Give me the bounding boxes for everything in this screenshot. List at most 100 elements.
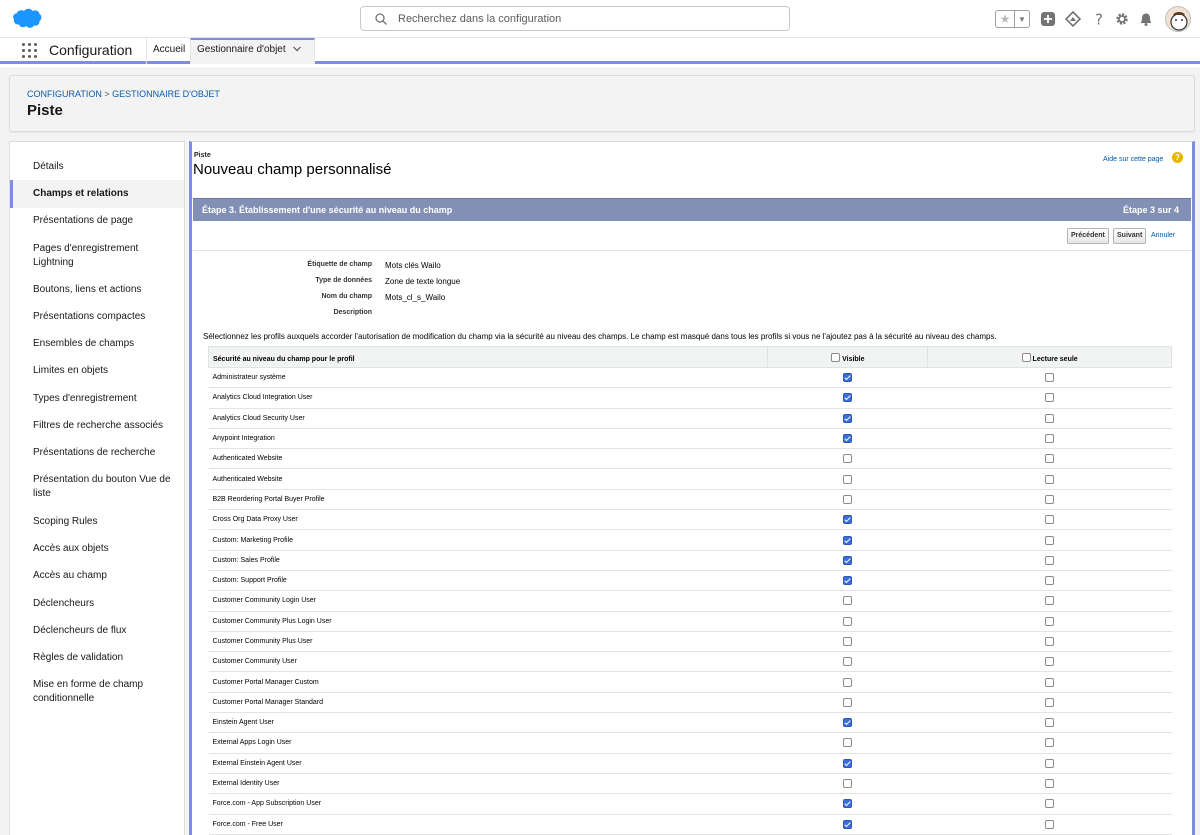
setup-search-box[interactable] — [360, 6, 790, 31]
visible-checkbox[interactable] — [843, 657, 853, 667]
table-row: Cross Org Data Proxy User — [208, 509, 1172, 531]
readonly-checkbox[interactable] — [1045, 779, 1055, 789]
tab-object-manager[interactable]: Gestionnaire d'objet — [190, 38, 315, 64]
readonly-cell — [927, 448, 1172, 470]
sidebar-item-search-layouts[interactable]: Présentations de recherche — [10, 446, 184, 460]
readonly-checkbox[interactable] — [1045, 494, 1055, 504]
visible-cell — [767, 732, 928, 754]
sidebar-item-scoping-rules[interactable]: Scoping Rules — [10, 515, 184, 529]
visible-checkbox[interactable] — [843, 819, 853, 829]
detail-label: Type de données — [315, 277, 372, 284]
visible-checkbox[interactable] — [843, 758, 853, 768]
readonly-checkbox[interactable] — [1045, 657, 1055, 667]
readonly-checkbox[interactable] — [1045, 535, 1055, 545]
sidebar-item-buttons-links-actions[interactable]: Boutons, liens et actions — [10, 283, 184, 297]
cancel-link[interactable]: Annuler — [1151, 232, 1175, 239]
readonly-checkbox[interactable] — [1045, 555, 1055, 565]
readonly-checkbox[interactable] — [1045, 434, 1055, 444]
breadcrumb-setup-link[interactable]: Configuration — [27, 89, 102, 99]
gear-icon[interactable] — [1113, 10, 1131, 28]
visible-checkbox[interactable] — [843, 393, 853, 403]
visible-checkbox[interactable] — [843, 637, 853, 646]
visible-checkbox[interactable] — [843, 474, 853, 484]
chevron-down-icon[interactable] — [292, 44, 302, 54]
readonly-checkbox[interactable] — [1045, 393, 1055, 403]
readonly-checkbox[interactable] — [1045, 697, 1055, 707]
app-launcher-icon[interactable] — [22, 43, 37, 58]
readonly-checkbox[interactable] — [1045, 373, 1055, 383]
readonly-checkbox[interactable] — [1045, 454, 1055, 464]
visible-checkbox[interactable] — [843, 576, 853, 586]
readonly-cell — [927, 387, 1172, 409]
visible-checkbox[interactable] — [843, 799, 853, 809]
sidebar-item-details[interactable]: Détails — [10, 160, 184, 174]
select-all-readonly-checkbox[interactable] — [1021, 353, 1031, 362]
visible-checkbox[interactable] — [843, 718, 853, 728]
visible-checkbox[interactable] — [843, 515, 853, 525]
sidebar-item-lightning-pages[interactable]: Pages d'enregistrement Lightning — [10, 242, 184, 270]
sidebar-item-validation-rules[interactable]: Règles de validation — [10, 651, 184, 665]
visible-cell — [767, 489, 928, 511]
readonly-checkbox[interactable] — [1045, 637, 1055, 646]
detail-label: Description — [333, 309, 372, 316]
sidebar-item-conditional-formatting[interactable]: Mise en forme de champ conditionnelle — [10, 678, 184, 706]
visible-checkbox[interactable] — [843, 555, 853, 565]
visible-checkbox[interactable] — [843, 454, 853, 464]
sidebar-item-field-access[interactable]: Accès au champ — [10, 569, 184, 583]
readonly-checkbox[interactable] — [1045, 616, 1055, 626]
readonly-checkbox[interactable] — [1045, 677, 1055, 687]
visible-checkbox[interactable] — [843, 596, 853, 606]
readonly-checkbox[interactable] — [1045, 413, 1055, 423]
visible-checkbox[interactable] — [843, 697, 853, 707]
sidebar-item-object-limits[interactable]: Limites en objets — [10, 364, 184, 378]
visible-checkbox[interactable] — [843, 677, 853, 687]
readonly-checkbox[interactable] — [1045, 515, 1055, 525]
visible-checkbox[interactable] — [843, 434, 853, 444]
bell-icon[interactable] — [1137, 10, 1155, 28]
table-row: B2B Reordering Portal Buyer Profile — [208, 489, 1172, 511]
help-link[interactable]: Aide sur cette page — [1103, 156, 1163, 163]
sidebar-item-field-sets[interactable]: Ensembles de champs — [10, 337, 184, 351]
readonly-checkbox[interactable] — [1045, 799, 1055, 809]
sidebar-item-record-types[interactable]: Types d'enregistrement — [10, 392, 184, 406]
visible-checkbox[interactable] — [843, 738, 853, 748]
question-icon[interactable]: ? — [1172, 152, 1183, 163]
previous-button[interactable]: Précédent — [1067, 228, 1109, 244]
add-icon[interactable] — [1039, 10, 1057, 28]
avatar[interactable] — [1165, 6, 1191, 32]
readonly-checkbox[interactable] — [1045, 596, 1055, 606]
readonly-checkbox[interactable] — [1045, 819, 1055, 829]
sidebar-item-compact-layouts[interactable]: Présentations compactes — [10, 310, 184, 324]
profile-name: Force.com - Free User — [208, 814, 768, 835]
cloud-logo-icon[interactable] — [12, 8, 42, 29]
readonly-checkbox[interactable] — [1045, 738, 1055, 748]
trailhead-icon[interactable] — [1064, 10, 1082, 28]
content-frame: Piste Nouveau champ personnalisé Aide su… — [189, 141, 1195, 835]
select-all-visible-checkbox[interactable] — [831, 353, 841, 362]
readonly-checkbox[interactable] — [1045, 474, 1055, 484]
readonly-cell — [927, 611, 1172, 632]
next-button[interactable]: Suivant — [1113, 228, 1147, 244]
sidebar-item-flow-triggers[interactable]: Déclencheurs de flux — [10, 624, 184, 638]
help-icon[interactable]: ? — [1090, 10, 1108, 28]
search-input[interactable] — [398, 10, 778, 28]
sidebar-item-triggers[interactable]: Déclencheurs — [10, 597, 184, 611]
sidebar-item-page-layouts[interactable]: Présentations de page — [10, 214, 184, 228]
visible-checkbox[interactable] — [843, 779, 853, 789]
breadcrumb-object-manager-link[interactable]: Gestionnaire d'objet — [112, 89, 220, 99]
sidebar-item-list-view-button-layout[interactable]: Présentation du bouton Vue de liste — [10, 473, 184, 501]
star-icon[interactable]: ★ — [996, 11, 1015, 27]
visible-checkbox[interactable] — [843, 373, 853, 383]
chevron-down-icon[interactable]: ▼ — [1015, 11, 1029, 27]
visible-checkbox[interactable] — [843, 616, 853, 626]
visible-checkbox[interactable] — [843, 494, 853, 504]
visible-checkbox[interactable] — [843, 413, 853, 423]
tab-accueil[interactable]: Accueil — [146, 38, 191, 64]
sidebar-item-lookup-filters[interactable]: Filtres de recherche associés — [10, 419, 184, 433]
visible-checkbox[interactable] — [843, 535, 853, 545]
readonly-checkbox[interactable] — [1045, 576, 1055, 586]
sidebar-item-fields-relationships[interactable]: Champs et relations — [10, 180, 184, 208]
readonly-checkbox[interactable] — [1045, 758, 1055, 768]
sidebar-item-object-access[interactable]: Accès aux objets — [10, 542, 184, 556]
readonly-checkbox[interactable] — [1045, 718, 1055, 728]
